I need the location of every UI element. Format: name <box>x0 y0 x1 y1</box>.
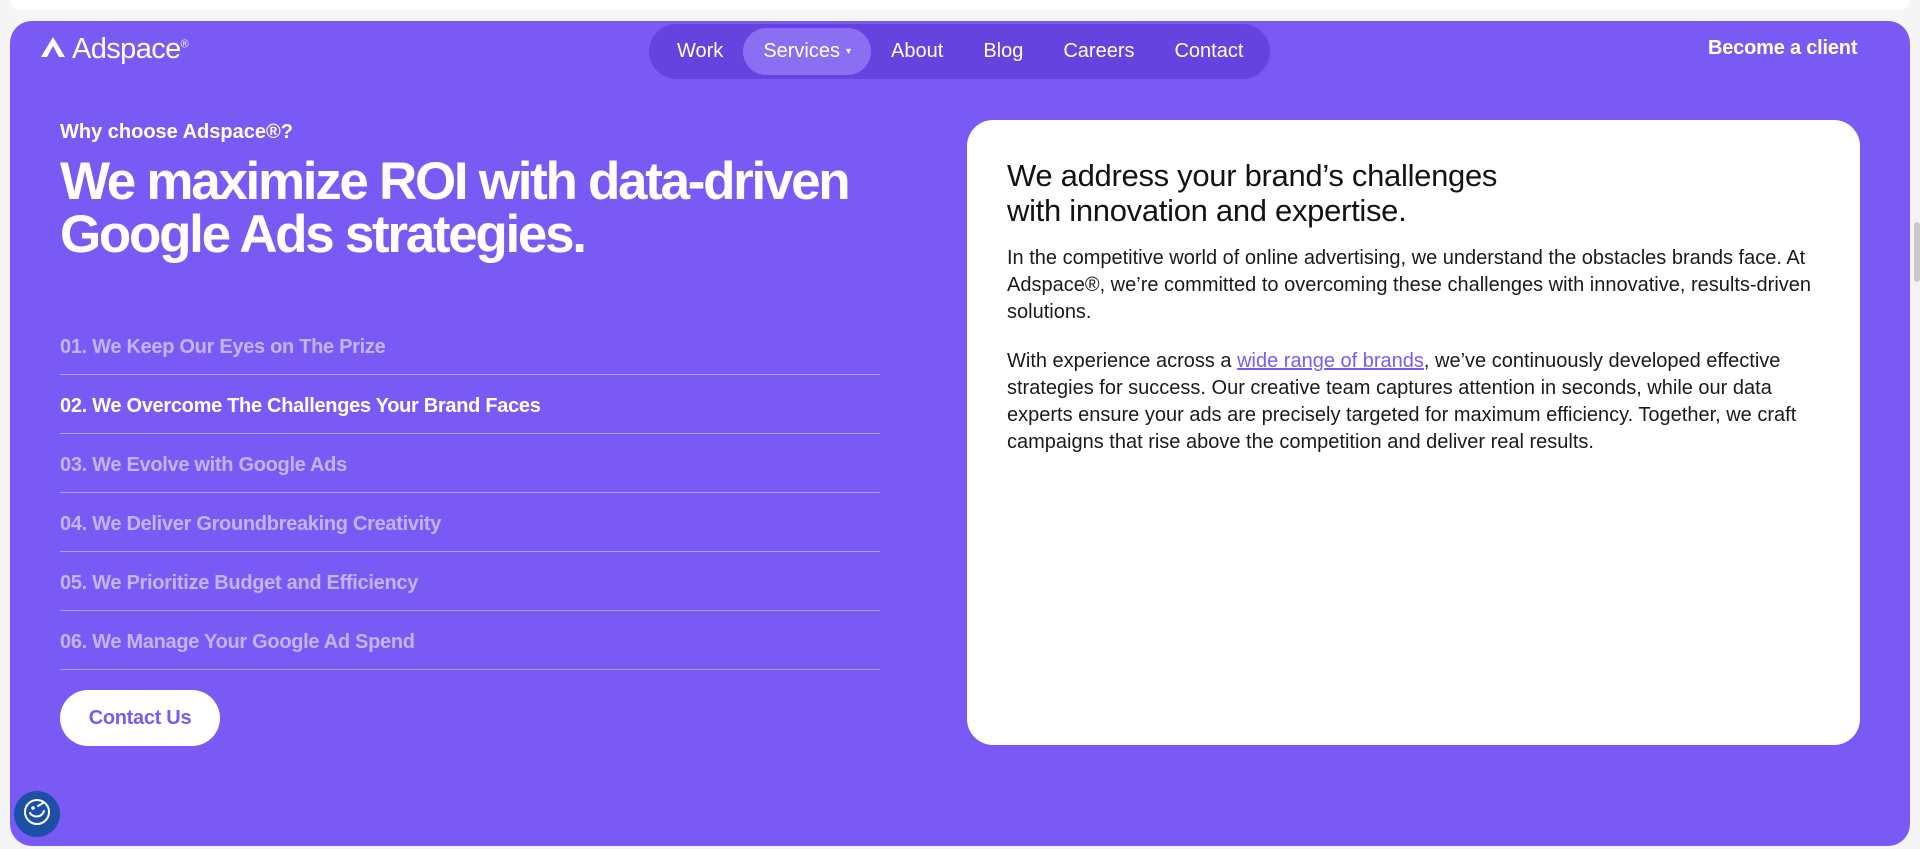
nav-item-contact[interactable]: Contact <box>1154 28 1263 75</box>
chevron-down-icon: ▾ <box>846 46 852 58</box>
nav-item-about[interactable]: About <box>871 28 963 75</box>
reason-item-01[interactable]: 01. We Keep Our Eyes on The Prize <box>60 316 880 375</box>
card-paragraph-1: In the competitive world of online adver… <box>1007 247 1812 323</box>
reason-item-02[interactable]: 02. We Overcome The Challenges Your Bran… <box>60 375 880 434</box>
previous-section-edge <box>10 0 1910 10</box>
accessibility-icon <box>22 797 52 832</box>
reason-detail-card: We address your brand’s challenges with i… <box>967 120 1860 745</box>
section-eyebrow: Why choose Adspace®? <box>60 121 293 143</box>
logo[interactable]: Adspace® <box>40 32 189 65</box>
nav-item-work[interactable]: Work <box>657 28 743 75</box>
wide-range-of-brands-link[interactable]: wide range of brands <box>1237 350 1424 372</box>
main-nav: Work Services ▾ About Blog Careers Contac… <box>649 24 1270 79</box>
adspace-logo-icon <box>40 36 66 63</box>
section-headline: We maximize ROI with data-driven Google … <box>60 152 851 264</box>
nav-item-blog[interactable]: Blog <box>963 28 1043 75</box>
accessibility-button[interactable] <box>14 791 60 837</box>
reason-item-04[interactable]: 04. We Deliver Groundbreaking Creativity <box>60 493 880 552</box>
reasons-list: 01. We Keep Our Eyes on The Prize 02. We… <box>60 316 880 670</box>
card-paragraph-2: With experience across a wide range of b… <box>1007 350 1797 453</box>
page-scrollbar[interactable] <box>1914 222 1920 282</box>
logo-text: Adspace® <box>72 32 189 65</box>
reason-item-05[interactable]: 05. We Prioritize Budget and Efficiency <box>60 552 880 611</box>
why-choose-section: Adspace® Work Services ▾ About Blog Caree… <box>10 21 1910 846</box>
card-title: We address your brand’s challenges with i… <box>1007 158 1498 228</box>
nav-item-careers[interactable]: Careers <box>1043 28 1154 75</box>
nav-item-services[interactable]: Services ▾ <box>743 28 872 75</box>
become-client-link[interactable]: Become a client <box>1708 37 1857 60</box>
reason-item-03[interactable]: 03. We Evolve with Google Ads <box>60 434 880 493</box>
contact-us-button[interactable]: Contact Us <box>60 690 220 746</box>
reason-item-06[interactable]: 06. We Manage Your Google Ad Spend <box>60 611 880 670</box>
